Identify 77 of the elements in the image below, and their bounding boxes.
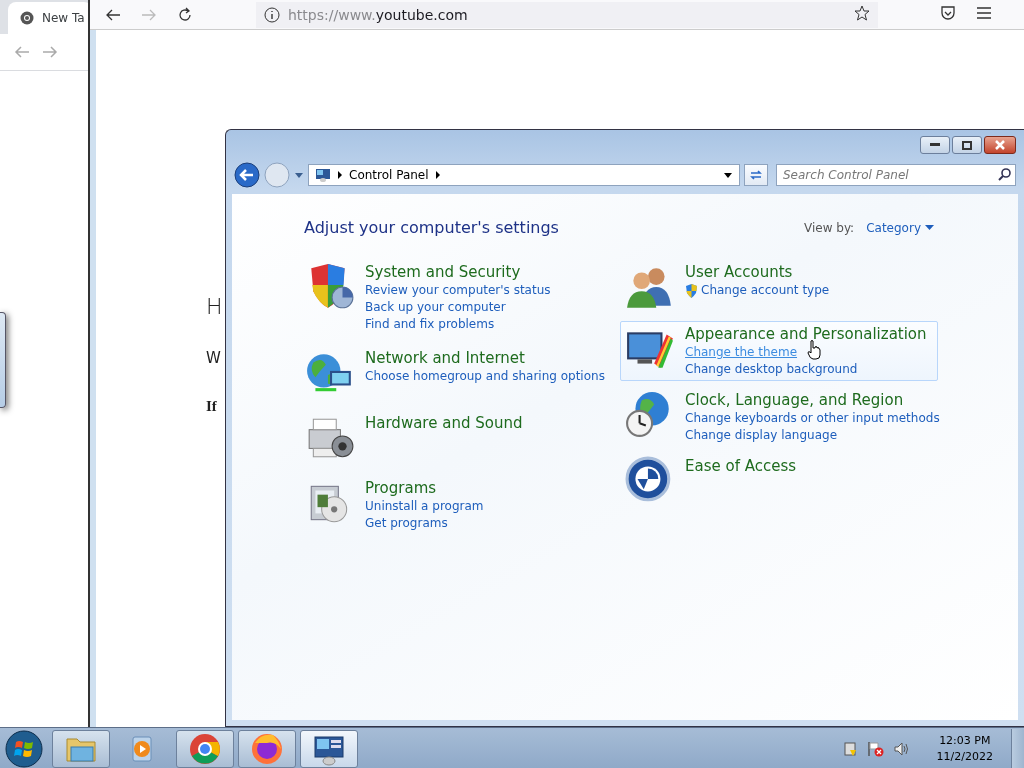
category-link[interactable]: Ease of Access — [685, 456, 797, 476]
refresh-icon — [749, 168, 763, 182]
forward-arrow-icon — [141, 7, 157, 22]
taskbar-app[interactable] — [300, 729, 358, 768]
search-field[interactable]: Search Control Panel — [776, 164, 1016, 186]
pocket-icon — [940, 4, 956, 21]
forward-button-icon — [264, 162, 290, 188]
category-tile[interactable]: User Accounts Change account type — [620, 259, 938, 315]
network-icon — [842, 740, 859, 757]
category-link[interactable]: Hardware and Sound — [365, 413, 523, 433]
task-link[interactable]: Change keyboards or other input methods — [685, 410, 940, 427]
url-field[interactable]: https://www.youtube.com — [256, 1, 878, 28]
reload-icon — [177, 6, 193, 23]
category-link[interactable]: Clock, Language, and Region — [685, 390, 904, 410]
minimize-button[interactable] — [920, 136, 950, 154]
menu-icon — [976, 6, 992, 20]
minimize-icon — [930, 143, 940, 147]
shield-icon — [685, 283, 698, 298]
category-link[interactable]: Programs — [365, 478, 437, 498]
task-link[interactable]: Review your computer's status — [365, 282, 551, 299]
back-arrow-icon — [105, 7, 121, 22]
close-icon — [995, 140, 1005, 150]
refresh-button[interactable] — [744, 164, 768, 186]
clock-time: 12:03 PM — [939, 732, 991, 749]
back-arrow-icon — [14, 45, 30, 59]
task-link[interactable]: Change display language — [685, 427, 838, 444]
category-tile[interactable]: Programs Uninstall a program Get programs — [300, 475, 618, 535]
chrome-logo-icon — [20, 11, 34, 25]
category-tile[interactable]: Network and Internet Choose homegroup and sharing options — [300, 345, 618, 401]
clock-date: 11/2/2022 — [936, 748, 993, 765]
forward-arrow-icon — [42, 45, 58, 59]
hand-cursor-icon — [807, 340, 821, 360]
maximize-button[interactable] — [952, 136, 982, 154]
speaker-icon — [892, 740, 911, 757]
dropdown-arrow-icon — [294, 171, 304, 179]
page-heading: Adjust your computer's settings — [304, 218, 559, 237]
address-bar[interactable]: Control Panel — [308, 164, 740, 186]
category-link[interactable]: System and Security — [365, 262, 521, 282]
category-tile[interactable]: Hardware and Sound — [300, 410, 618, 466]
category-link[interactable]: Network and Internet — [365, 348, 525, 368]
task-link[interactable]: Choose homegroup and sharing options — [365, 368, 605, 385]
chevron-icon — [337, 171, 343, 179]
page-text: H — [206, 294, 223, 319]
category-tile[interactable]: Clock, Language, and Region Change keyboards or other input methods Change display language — [620, 387, 938, 447]
category-tile[interactable]: Ease of Access — [620, 453, 938, 509]
show-desktop-button[interactable] — [1011, 728, 1024, 768]
view-by-label: View by: — [804, 220, 855, 235]
restore-icon — [962, 140, 972, 150]
search-icon — [998, 168, 1011, 181]
category-link[interactable]: User Accounts — [685, 262, 793, 282]
task-link[interactable]: Back up your computer — [365, 299, 506, 316]
url-text: https://www.youtube.com — [288, 6, 468, 23]
view-by-dropdown[interactable]: Category — [866, 220, 934, 235]
task-link[interactable]: Change account type — [685, 282, 830, 299]
chevron-icon — [434, 171, 441, 179]
dropdown-arrow-icon — [925, 224, 934, 231]
close-button[interactable] — [984, 136, 1016, 154]
task-link[interactable]: Find and fix problems — [365, 316, 495, 333]
dropdown-arrow-icon — [723, 173, 733, 179]
category-tile[interactable]: Appearance and Personalization Change the theme Change desktop background — [620, 321, 938, 381]
task-link[interactable]: Change desktop background — [685, 361, 858, 378]
star-icon — [854, 5, 870, 21]
task-link[interactable]: Change the theme — [685, 344, 798, 361]
info-icon — [264, 6, 280, 23]
taskbar-app[interactable] — [176, 729, 234, 768]
page-text: W — [206, 349, 221, 367]
flag-icon — [866, 740, 885, 757]
control-panel-icon — [315, 168, 331, 182]
windows-orb-icon — [5, 729, 43, 768]
category-link[interactable]: Appearance and Personalization — [685, 324, 927, 344]
category-tile[interactable]: System and Security Review your computer's status Back up your computer Find and fix problems — [300, 259, 618, 336]
page-text: If — [206, 398, 217, 415]
back-button-icon — [234, 162, 260, 188]
task-link[interactable]: Get programs — [365, 515, 448, 532]
taskbar-app[interactable] — [238, 729, 296, 768]
breadcrumb-item[interactable]: Control Panel — [349, 168, 429, 182]
task-link[interactable]: Uninstall a program — [365, 498, 484, 515]
